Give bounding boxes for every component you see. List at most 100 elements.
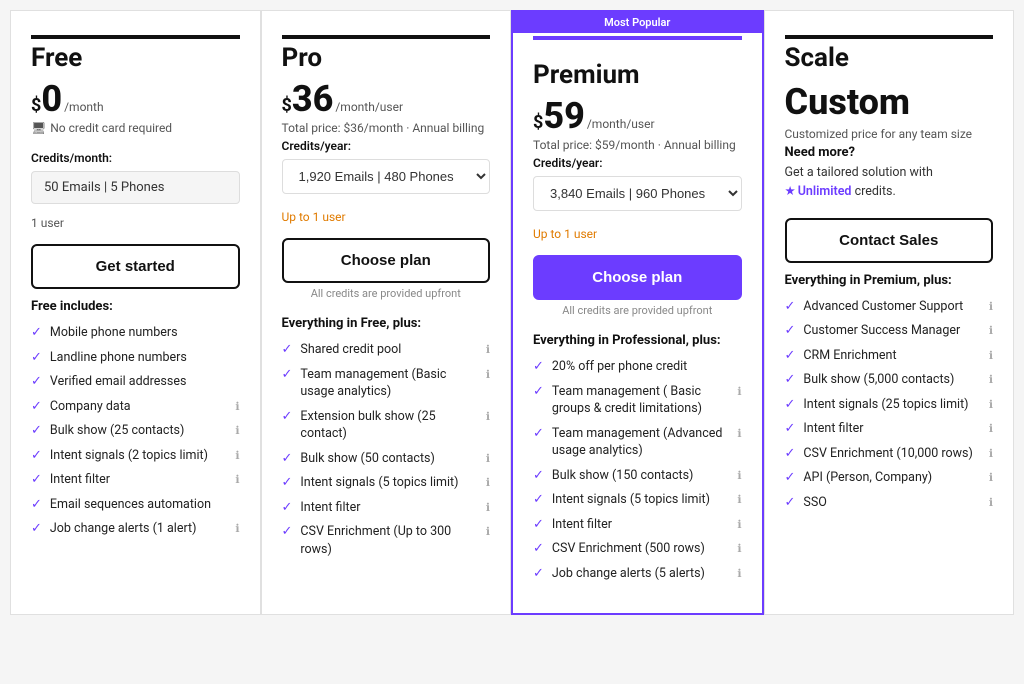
feature-text-free-2: Verified email addresses (50, 373, 240, 391)
feature-text-premium-4: Intent signals (5 topics limit) (552, 491, 729, 509)
check-icon-free-0: ✓ (31, 325, 42, 340)
info-icon-scale-1[interactable]: ℹ (989, 324, 993, 337)
feature-item-free-0: ✓ Mobile phone numbers (31, 324, 240, 342)
feature-item-premium-2: ✓ Team management (Advanced usage analyt… (533, 425, 742, 460)
check-icon-premium-5: ✓ (533, 517, 544, 532)
check-icon-pro-5: ✓ (282, 500, 293, 515)
feature-text-premium-3: Bulk show (150 contacts) (552, 467, 729, 485)
plan-total-price-pro: Total price: $36/month · Annual billing (282, 121, 491, 135)
feature-item-pro-5: ✓ Intent filter ℹ (282, 499, 491, 517)
feature-item-pro-6: ✓ CSV Enrichment (Up to 300 rows) ℹ (282, 523, 491, 558)
check-icon-free-4: ✓ (31, 423, 42, 438)
check-icon-premium-4: ✓ (533, 492, 544, 507)
info-icon-scale-2[interactable]: ℹ (989, 349, 993, 362)
features-title-premium: Everything in Professional, plus: (533, 333, 742, 348)
feature-text-free-1: Landline phone numbers (50, 349, 240, 367)
feature-text-free-4: Bulk show (25 contacts) (50, 422, 227, 440)
feature-text-premium-2: Team management (Advanced usage analytic… (552, 425, 729, 460)
info-icon-scale-7[interactable]: ℹ (989, 471, 993, 484)
info-icon-pro-2[interactable]: ℹ (486, 410, 490, 423)
check-icon-scale-8: ✓ (785, 495, 796, 510)
info-icon-premium-3[interactable]: ℹ (737, 469, 741, 482)
check-icon-premium-3: ✓ (533, 468, 544, 483)
info-icon-free-6[interactable]: ℹ (235, 473, 239, 486)
feature-text-pro-4: Intent signals (5 topics limit) (300, 474, 477, 492)
feature-text-pro-2: Extension bulk show (25 contact) (300, 408, 477, 443)
check-icon-scale-0: ✓ (785, 299, 796, 314)
no-cc-text-free: No credit card required (50, 121, 172, 135)
feature-item-scale-7: ✓ API (Person, Company) ℹ (785, 469, 994, 487)
feature-text-free-5: Intent signals (2 topics limit) (50, 447, 227, 465)
check-icon-premium-2: ✓ (533, 426, 544, 441)
cta-button-premium[interactable]: Choose plan (533, 255, 742, 300)
cta-button-free[interactable]: Get started (31, 244, 240, 289)
info-icon-pro-3[interactable]: ℹ (486, 452, 490, 465)
info-icon-pro-6[interactable]: ℹ (486, 525, 490, 538)
feature-text-pro-5: Intent filter (300, 499, 477, 517)
feature-item-scale-5: ✓ Intent filter ℹ (785, 420, 994, 438)
info-icon-scale-6[interactable]: ℹ (989, 447, 993, 460)
feature-text-free-0: Mobile phone numbers (50, 324, 240, 342)
plan-name-pro: Pro (282, 43, 491, 73)
feature-text-free-3: Company data (50, 398, 227, 416)
feature-item-premium-4: ✓ Intent signals (5 topics limit) ℹ (533, 491, 742, 509)
info-icon-scale-4[interactable]: ℹ (989, 398, 993, 411)
plan-name-free: Free (31, 43, 240, 73)
info-icon-pro-4[interactable]: ℹ (486, 476, 490, 489)
info-icon-scale-8[interactable]: ℹ (989, 496, 993, 509)
info-icon-premium-6[interactable]: ℹ (737, 542, 741, 555)
no-cc-icon-free: 🖥 (31, 121, 46, 135)
plan-price-period-free: /month (64, 100, 103, 114)
cta-button-pro[interactable]: Choose plan (282, 238, 491, 283)
credits-note-pro: All credits are provided upfront (282, 287, 491, 300)
info-icon-scale-3[interactable]: ℹ (989, 373, 993, 386)
info-icon-premium-4[interactable]: ℹ (737, 493, 741, 506)
feature-item-premium-0: ✓ 20% off per phone credit (533, 358, 742, 376)
info-icon-scale-0[interactable]: ℹ (989, 300, 993, 313)
check-icon-pro-6: ✓ (282, 524, 293, 539)
feature-item-premium-3: ✓ Bulk show (150 contacts) ℹ (533, 467, 742, 485)
credits-select-pro[interactable]: 1,920 Emails | 480 PhonesOther option 1 (282, 159, 491, 194)
info-icon-premium-7[interactable]: ℹ (737, 567, 741, 580)
check-icon-scale-2: ✓ (785, 348, 796, 363)
feature-item-free-7: ✓ Email sequences automation (31, 496, 240, 514)
info-icon-free-8[interactable]: ℹ (235, 522, 239, 535)
feature-text-premium-7: Job change alerts (5 alerts) (552, 565, 729, 583)
feature-item-scale-1: ✓ Customer Success Manager ℹ (785, 322, 994, 340)
check-icon-scale-3: ✓ (785, 372, 796, 387)
info-icon-premium-2[interactable]: ℹ (737, 427, 741, 440)
feature-text-premium-5: Intent filter (552, 516, 729, 534)
cta-button-scale[interactable]: Contact Sales (785, 218, 994, 263)
feature-item-premium-6: ✓ CSV Enrichment (500 rows) ℹ (533, 540, 742, 558)
credits-label-pro: Credits/year: (282, 139, 491, 153)
unlimited-link-scale[interactable]: Unlimited (798, 184, 852, 199)
info-icon-pro-1[interactable]: ℹ (486, 368, 490, 381)
plan-price-period-premium: /month/user (587, 117, 655, 131)
info-icon-free-5[interactable]: ℹ (235, 449, 239, 462)
credits-label-premium: Credits/year: (533, 156, 742, 170)
feature-text-scale-2: CRM Enrichment (803, 347, 980, 365)
credits-box-free: 50 Emails | 5 Phones (31, 171, 240, 204)
info-icon-scale-5[interactable]: ℹ (989, 422, 993, 435)
credits-select-premium[interactable]: 3,840 Emails | 960 PhonesOther option 1 (533, 176, 742, 211)
feature-text-scale-7: API (Person, Company) (803, 469, 980, 487)
info-icon-pro-5[interactable]: ℹ (486, 501, 490, 514)
plan-name-scale: Scale (785, 43, 994, 73)
check-icon-free-3: ✓ (31, 399, 42, 414)
plan-card-premium: Most PopularPremium $ 59 /month/user Tot… (511, 10, 764, 615)
info-icon-free-4[interactable]: ℹ (235, 424, 239, 437)
plan-price-custom-scale: Custom (785, 81, 994, 123)
info-icon-pro-0[interactable]: ℹ (486, 343, 490, 356)
info-icon-premium-1[interactable]: ℹ (737, 385, 741, 398)
check-icon-pro-3: ✓ (282, 451, 293, 466)
feature-text-scale-6: CSV Enrichment (10,000 rows) (803, 445, 980, 463)
feature-item-free-8: ✓ Job change alerts (1 alert) ℹ (31, 520, 240, 538)
info-icon-premium-5[interactable]: ℹ (737, 518, 741, 531)
info-icon-free-3[interactable]: ℹ (235, 400, 239, 413)
plan-price-period-pro: /month/user (335, 100, 403, 114)
feature-item-scale-2: ✓ CRM Enrichment ℹ (785, 347, 994, 365)
check-icon-premium-1: ✓ (533, 384, 544, 399)
feature-item-scale-6: ✓ CSV Enrichment (10,000 rows) ℹ (785, 445, 994, 463)
up-to-user-premium: Up to 1 user (533, 227, 742, 241)
check-icon-premium-0: ✓ (533, 359, 544, 374)
